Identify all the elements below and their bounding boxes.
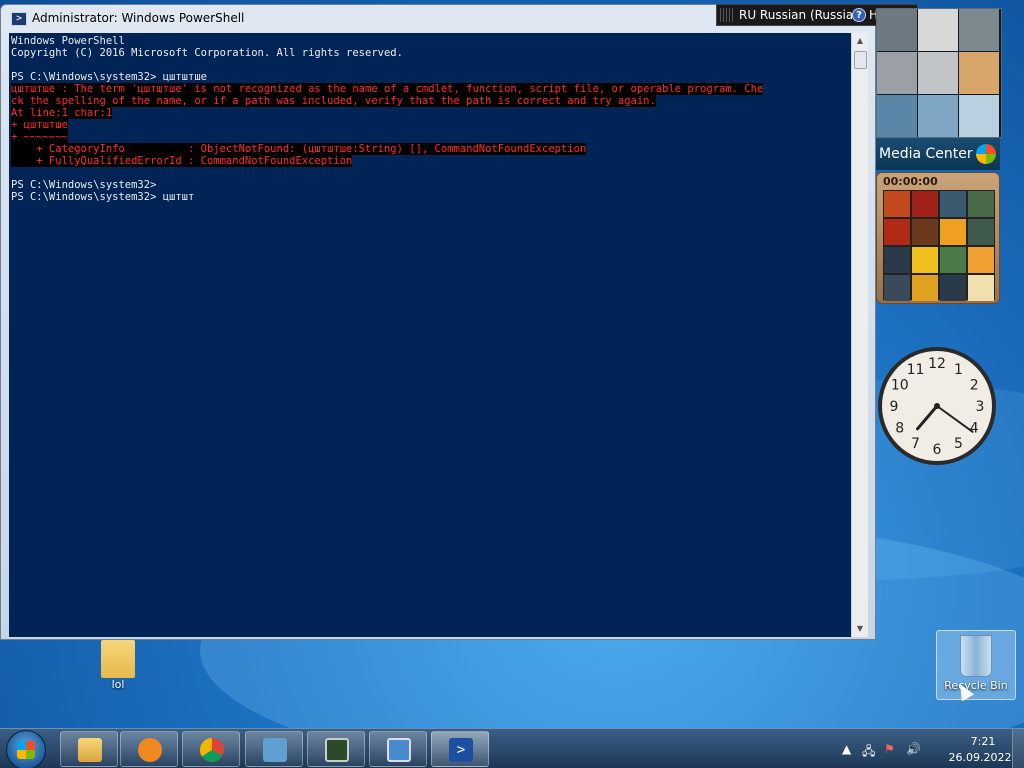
- window-title: Administrator: Windows PowerShell: [32, 11, 245, 25]
- clock-number: 3: [976, 399, 985, 415]
- grip-icon[interactable]: [720, 8, 734, 22]
- taskbar-button-remote-desktop[interactable]: [369, 731, 427, 767]
- clock-number: 11: [907, 362, 925, 378]
- console-line: цштштше : The term 'цштштше' is not reco…: [11, 83, 764, 95]
- media-player-icon: [138, 738, 162, 762]
- taskbar-button-control-panel[interactable]: [245, 731, 303, 767]
- picture-puzzle-gadget[interactable]: 00:00:00: [876, 172, 1000, 304]
- chrome-icon: [200, 738, 224, 762]
- taskbar-button-powershell[interactable]: >: [431, 731, 489, 767]
- taskbar[interactable]: > ▲ 🖧 ⚑ 🔊 7:21 26.09.2022: [0, 728, 1024, 768]
- console-text: Windows PowerShell Copyright (C) 2016 Mic…: [11, 35, 764, 203]
- console-line: PS C:\Windows\system32>: [11, 179, 157, 191]
- language-indicator[interactable]: RU Russian (Russia): [739, 8, 858, 22]
- folder-icon: [78, 738, 102, 762]
- windows-logo-icon: [17, 741, 35, 759]
- taskbar-button-media-player[interactable]: [120, 731, 178, 767]
- clock-number: 9: [890, 399, 899, 415]
- console-line: ck the spelling of the name, or if a pat…: [11, 95, 656, 107]
- powershell-window[interactable]: > Administrator: Windows PowerShell Wind…: [0, 4, 876, 640]
- action-center-icon[interactable]: ⚑: [884, 742, 895, 756]
- windows-logo-icon: [976, 144, 996, 164]
- desktop-icon-lol[interactable]: lol: [88, 640, 148, 691]
- media-center-gadget[interactable]: Media Center: [876, 138, 1000, 170]
- show-desktop-button[interactable]: [1012, 729, 1024, 768]
- help-icon[interactable]: ?: [852, 8, 866, 22]
- taskbar-button-explorer[interactable]: [60, 731, 118, 767]
- clock-number: 12: [928, 356, 946, 372]
- console-line: PS C:\Windows\system32> цштштше: [11, 71, 207, 83]
- tray-time[interactable]: 7:21: [952, 735, 1014, 748]
- control-panel-icon: [263, 738, 287, 762]
- powershell-icon: >: [449, 738, 473, 762]
- console-line: Windows PowerShell: [11, 35, 125, 47]
- scroll-down-icon[interactable]: ▼: [852, 621, 868, 637]
- powershell-icon: >: [11, 12, 27, 26]
- console-line: At line:1 char:1: [11, 107, 113, 119]
- taskbar-button-task-manager[interactable]: [307, 731, 365, 767]
- clock-number: 5: [954, 436, 963, 452]
- tray-date[interactable]: 26.09.2022: [940, 751, 1020, 764]
- console-line: + ~~~~~~~: [11, 131, 68, 143]
- clock-gadget[interactable]: 12 12 3 45678 9 1011: [876, 345, 998, 467]
- clock-number: 6: [933, 442, 942, 458]
- console-line: + цштштше: [11, 119, 68, 131]
- monitor-icon: [325, 738, 349, 762]
- start-button[interactable]: [6, 730, 46, 768]
- slideshow-gadget[interactable]: [876, 8, 1002, 138]
- system-tray[interactable]: ▲ 🖧 ⚑ 🔊 7:21 26.09.2022: [836, 729, 1024, 768]
- puzzle-grid[interactable]: [883, 190, 995, 301]
- taskbar-button-chrome[interactable]: [182, 731, 240, 767]
- network-icon[interactable]: 🖧: [862, 742, 875, 763]
- clock-number: 2: [970, 378, 979, 394]
- remote-desktop-icon: [387, 738, 411, 762]
- clock-number: 1: [954, 362, 963, 378]
- show-hidden-icons-icon[interactable]: ▲: [842, 742, 851, 756]
- vertical-scrollbar[interactable]: ▲ ▼: [851, 33, 868, 637]
- scroll-up-icon[interactable]: ▲: [852, 33, 868, 49]
- clock-number: 7: [911, 436, 920, 452]
- media-center-label: Media Center: [879, 146, 973, 162]
- volume-icon[interactable]: 🔊: [906, 742, 921, 756]
- console-line: PS C:\Windows\system32> цштшт: [11, 191, 195, 203]
- clock-number: 4: [970, 421, 979, 437]
- desktop-icon-recycle-bin[interactable]: Recycle Bin: [936, 630, 1016, 700]
- desktop-icon-label: lol: [111, 678, 125, 691]
- clock-number: 10: [891, 378, 909, 394]
- clock-number: 8: [895, 421, 904, 437]
- puzzle-timer: 00:00:00: [883, 175, 938, 188]
- recycle-bin-icon: [960, 635, 992, 677]
- folder-icon: [101, 640, 135, 678]
- desktop-icon-label: Recycle Bin: [944, 679, 1008, 692]
- console-line: + CategoryInfo : ObjectNotFound: (цштштш…: [11, 143, 587, 155]
- console-line: + FullyQualifiedErrorId : CommandNotFoun…: [11, 155, 353, 167]
- console-line: Copyright (C) 2016 Microsoft Corporation…: [11, 47, 403, 59]
- scrollbar-thumb[interactable]: [854, 51, 867, 69]
- console-output[interactable]: Windows PowerShell Copyright (C) 2016 Mic…: [9, 33, 851, 637]
